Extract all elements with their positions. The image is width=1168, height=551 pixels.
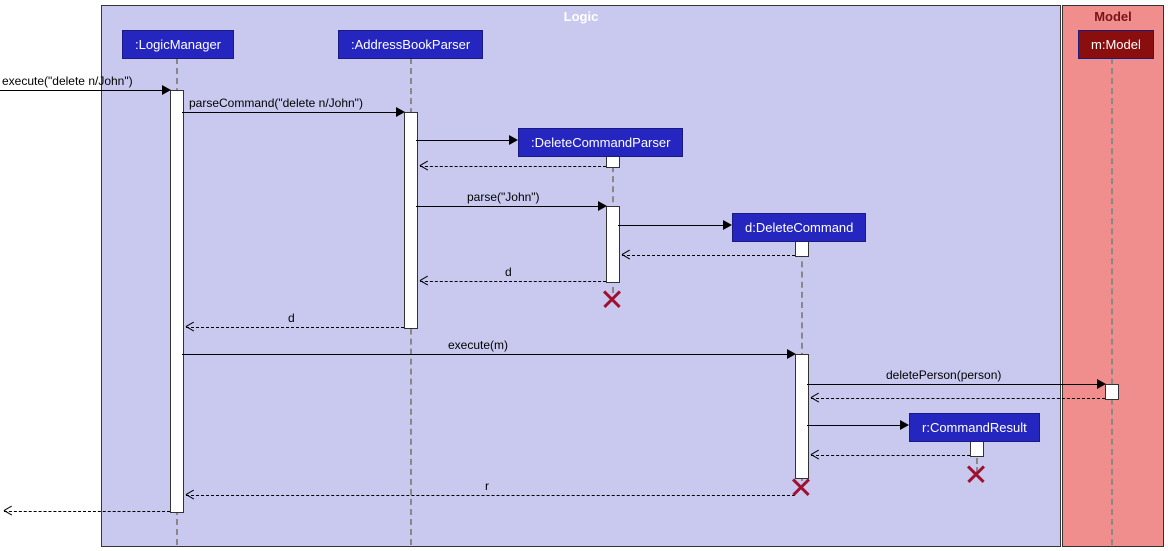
arrow-return-d1 xyxy=(420,281,606,282)
arrow-return-cr xyxy=(811,455,970,456)
msg-execute-m: execute(m) xyxy=(448,338,508,352)
msg-delete-person: deletePerson(person) xyxy=(886,368,1001,382)
participant-delete-command: d:DeleteCommand xyxy=(732,213,866,242)
arrow-return-r xyxy=(186,495,795,496)
activation-model xyxy=(1105,384,1119,400)
arrow-return-dc-create xyxy=(622,255,795,256)
arrowhead-execute-m xyxy=(787,349,796,359)
arrowhead-execute-1 xyxy=(162,85,171,95)
msg-return-r: r xyxy=(485,479,489,493)
arrow-parse-john xyxy=(416,206,602,207)
arrowhead-create-cr xyxy=(900,420,909,430)
arrow-execute-1 xyxy=(0,90,165,91)
msg-parse-command: parseCommand("delete n/John") xyxy=(189,96,363,110)
msg-return-d2: d xyxy=(288,311,295,325)
destroy-command-result xyxy=(967,465,985,483)
arrow-create-cr xyxy=(807,425,904,426)
arrow-execute-m xyxy=(182,354,791,355)
arrowhead-parse-command xyxy=(396,107,405,117)
participant-logic-manager: :LogicManager xyxy=(122,30,234,59)
arrow-parse-command xyxy=(182,112,400,113)
destroy-delete-command-parser xyxy=(603,290,621,308)
arrowhead-delete-person xyxy=(1097,379,1106,389)
arrowhead-parse-john xyxy=(598,201,607,211)
arrow-return-model xyxy=(811,398,1105,399)
activation-address-book-parser xyxy=(404,112,418,329)
participant-model: m:Model xyxy=(1078,30,1154,59)
activation-command-result xyxy=(970,441,984,457)
activation-delete-command-2 xyxy=(795,354,809,479)
participant-address-book-parser: :AddressBookParser xyxy=(338,30,483,59)
arrow-return-external xyxy=(4,511,170,512)
arrowhead-create-dcp xyxy=(509,135,518,145)
arrowhead-create-dc xyxy=(723,220,732,230)
participant-command-result: r:CommandResult xyxy=(909,413,1040,442)
arrow-create-dc xyxy=(618,225,727,226)
frame-model-title: Model xyxy=(1084,6,1142,27)
arrow-return-dcp-create xyxy=(420,166,606,167)
msg-execute-1: execute("delete n/John") xyxy=(2,74,133,88)
activation-logic-manager xyxy=(170,90,184,513)
frame-logic-title: Logic xyxy=(554,6,609,27)
participant-delete-command-parser: :DeleteCommandParser xyxy=(518,128,683,157)
frame-model: Model xyxy=(1062,5,1164,547)
activation-delete-command-1 xyxy=(795,241,809,257)
arrow-return-d2 xyxy=(186,327,404,328)
arrow-create-dcp xyxy=(416,140,513,141)
lifeline-model xyxy=(1111,58,1113,545)
activation-delete-command-parser-2 xyxy=(606,206,620,283)
arrow-delete-person xyxy=(807,384,1101,385)
frame-logic: Logic xyxy=(101,5,1061,547)
msg-return-d1: d xyxy=(505,265,512,279)
msg-parse-john: parse("John") xyxy=(467,190,540,204)
destroy-delete-command xyxy=(792,478,810,496)
